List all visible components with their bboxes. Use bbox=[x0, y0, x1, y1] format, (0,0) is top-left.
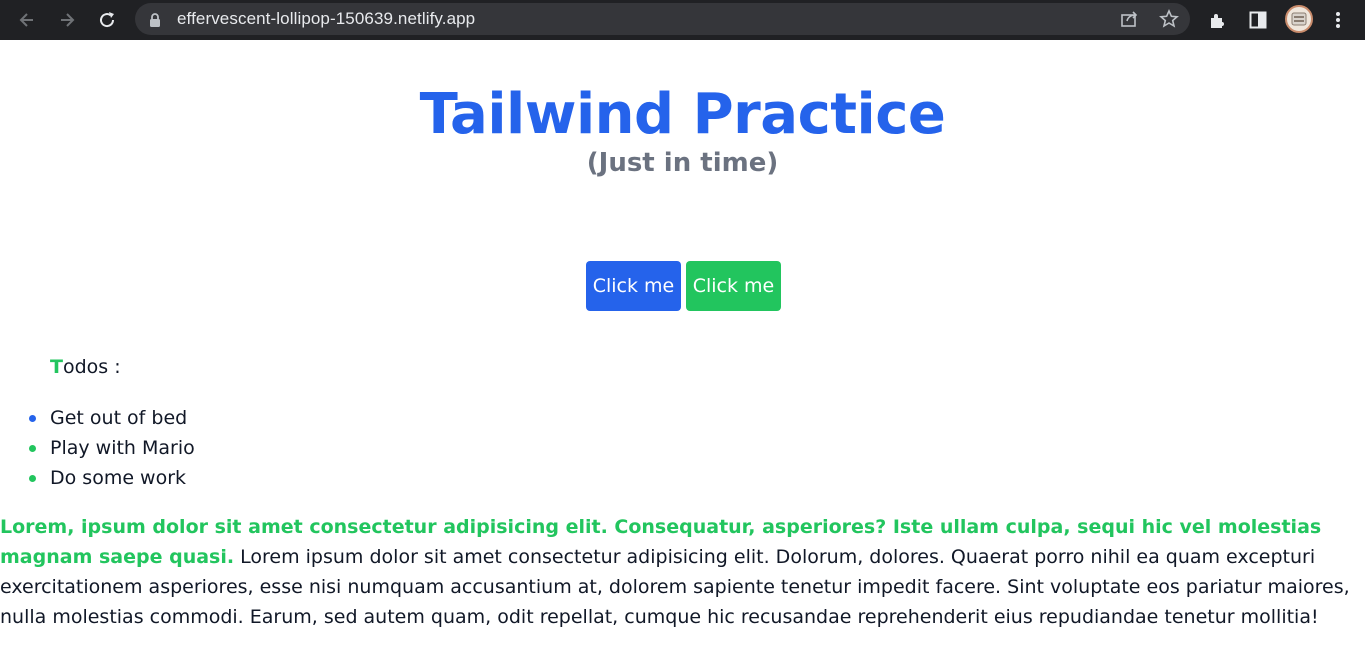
list-item: Do some work bbox=[0, 463, 195, 493]
star-icon[interactable] bbox=[1157, 7, 1181, 31]
todos-heading-first-letter: T bbox=[50, 356, 63, 378]
profile-avatar[interactable] bbox=[1285, 5, 1313, 33]
list-item: Play with Mario bbox=[0, 433, 195, 463]
back-button[interactable] bbox=[11, 4, 43, 36]
address-bar[interactable]: effervescent-lollipop-150639.netlify.app bbox=[135, 3, 1190, 35]
extensions-icon[interactable] bbox=[1204, 6, 1232, 34]
bullet-dot bbox=[29, 415, 36, 422]
todos-heading: Todos : bbox=[50, 354, 121, 380]
todos-heading-rest: odos : bbox=[62, 356, 121, 378]
share-icon[interactable] bbox=[1117, 7, 1141, 31]
todo-list: Get out of bed Play with Mario Do some w… bbox=[0, 403, 195, 493]
reload-button[interactable] bbox=[91, 4, 123, 36]
click-me-green-button[interactable]: Click me bbox=[686, 261, 781, 311]
click-me-blue-button[interactable]: Click me bbox=[586, 261, 681, 311]
list-item: Get out of bed bbox=[0, 403, 195, 433]
url-text[interactable]: effervescent-lollipop-150639.netlify.app bbox=[177, 9, 475, 29]
browser-toolbar: effervescent-lollipop-150639.netlify.app bbox=[0, 0, 1365, 40]
bullet-dot bbox=[29, 445, 36, 452]
list-item-label: Play with Mario bbox=[50, 437, 195, 459]
forward-arrow-icon bbox=[61, 13, 75, 27]
bullet-dot bbox=[29, 475, 36, 482]
side-panel-icon[interactable] bbox=[1244, 6, 1272, 34]
forward-button[interactable] bbox=[51, 4, 83, 36]
back-arrow-icon bbox=[19, 13, 33, 27]
page-subtitle: (Just in time) bbox=[586, 148, 779, 178]
list-item-label: Do some work bbox=[50, 467, 187, 489]
page-title: Tailwind Practice bbox=[419, 82, 946, 147]
reload-icon bbox=[100, 12, 115, 28]
lorem-paragraph: Lorem, ipsum dolor sit amet consectetur … bbox=[0, 512, 1365, 632]
lock-icon[interactable] bbox=[149, 12, 161, 31]
list-item-label: Get out of bed bbox=[50, 407, 188, 429]
kebab-menu-icon[interactable] bbox=[1324, 6, 1352, 34]
